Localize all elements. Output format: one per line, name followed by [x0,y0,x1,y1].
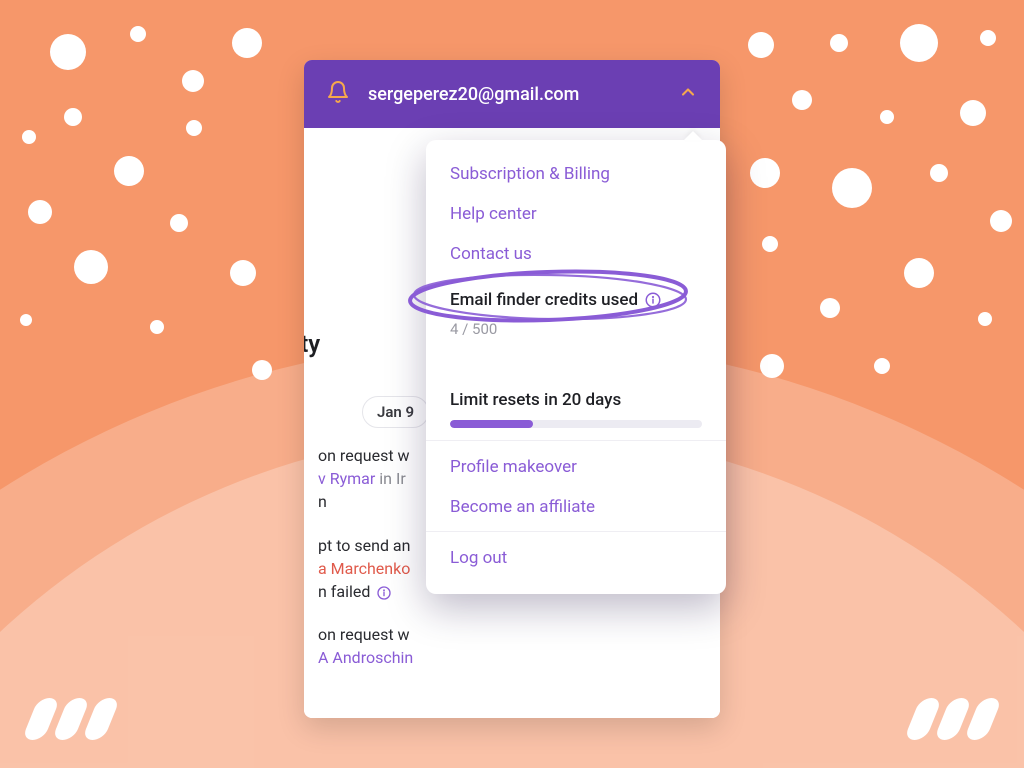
bell-icon[interactable] [326,80,350,108]
user-email[interactable]: sergeperez20@gmail.com [368,84,660,105]
feed-person-link[interactable]: a Marchenko [318,559,410,578]
reset-block: Limit resets in 20 days [426,350,726,430]
dropdown-bottom-links: Profile makeover Become an affiliate [426,440,726,531]
decorative-slashes-right [912,698,994,740]
chevron-up-icon[interactable] [678,82,698,106]
user-dropdown: Subscription & Billing Help center Conta… [426,140,726,594]
credits-block: Email finder credits used 4 / 500 [426,288,726,350]
reset-label: Limit resets in 20 days [450,390,702,410]
reset-progress [450,420,702,428]
feed-text: on request w [318,625,410,644]
info-icon[interactable] [644,291,662,309]
menu-subscription-billing[interactable]: Subscription & Billing [450,154,702,194]
feed-person-link[interactable]: v Rymar [318,469,375,488]
app-header: sergeperez20@gmail.com [304,60,720,128]
feed-text: n [318,492,327,511]
reset-progress-fill [450,420,533,428]
menu-log-out[interactable]: Log out [450,538,702,578]
menu-help-center[interactable]: Help center [450,194,702,234]
date-pill[interactable]: Jan 9 [362,396,429,428]
feed-text: on request w [318,446,410,465]
decorative-slashes-left [30,698,112,740]
section-heading-fragment: ity [304,330,320,358]
menu-contact-us[interactable]: Contact us [450,234,702,274]
dropdown-top-links: Subscription & Billing Help center Conta… [426,140,726,288]
credits-count: 4 / 500 [450,320,702,338]
feed-text: in Ir [375,469,405,488]
menu-profile-makeover[interactable]: Profile makeover [450,447,702,487]
feed-item: on request w A Androschin [318,623,706,669]
menu-become-affiliate[interactable]: Become an affiliate [450,487,702,527]
app-panel: sergeperez20@gmail.com ity Jan 9 on requ… [304,60,720,718]
credits-title: Email finder credits used [450,290,638,310]
info-icon[interactable] [376,585,392,601]
feed-text: n failed [318,582,370,601]
feed-text: pt to send an [318,536,410,555]
feed-person-link[interactable]: A Androschin [318,648,413,667]
